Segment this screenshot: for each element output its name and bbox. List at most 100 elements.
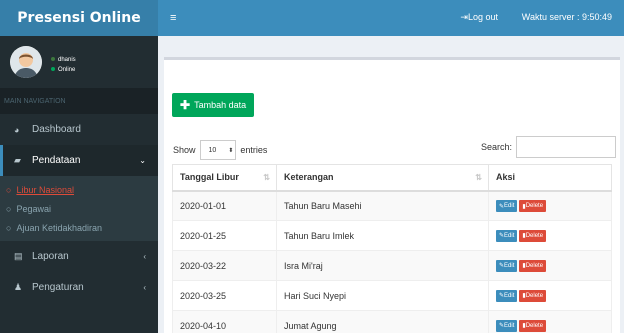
online-dot-icon [51, 67, 55, 72]
delete-button[interactable]: ▮ Delete [519, 229, 547, 242]
search-control: Search: [481, 136, 616, 158]
sidebar-item-label: Dashboard [32, 124, 81, 135]
table-row: 2020-01-01 Tahun Baru Masehi ✎ Edit ▮ Delet… [172, 190, 612, 221]
delete-label: Delete [525, 292, 544, 299]
holiday-table: Tanggal Libur ⇅ Keterangan ⇅ Aksi 2020-01-… [172, 164, 612, 333]
edit-label: Edit [504, 262, 515, 269]
server-time: Waktu server : 9:50:49 [521, 12, 612, 22]
submenu-item-label: Libur Nasional [16, 184, 74, 195]
cell-actions: ✎ Edit ▮ Delete [488, 250, 612, 281]
column-header-tanggal-libur[interactable]: Tanggal Libur ⇅ [172, 164, 277, 192]
user-name: dhanis [51, 57, 76, 63]
plus-icon: ✚ [180, 98, 191, 112]
cell-description: Isra Mi'raj [276, 250, 489, 281]
edit-button[interactable]: ✎ Edit [496, 319, 518, 332]
show-label: Show [173, 145, 196, 155]
nav-header: MAIN NAVIGATION [0, 88, 158, 114]
cell-description: Tahun Baru Masehi [276, 190, 489, 221]
circle-icon: ○ [6, 222, 12, 233]
user-name-text: dhanis [58, 57, 76, 63]
table-row: 2020-03-25 Hari Suci Nyepi ✎ Edit ▮ Delete [172, 280, 612, 311]
delete-button[interactable]: ▮ Delete [519, 259, 547, 272]
column-header-keterangan[interactable]: Keterangan ⇅ [276, 164, 489, 192]
logout-label: Log out [467, 12, 498, 22]
circle-icon: ○ [6, 184, 12, 195]
sidebar-item-label: Pengaturan [32, 282, 84, 293]
submenu-item-ajuan-ketidakhadiran[interactable]: ○ Ajuan Ketidakhadiran [0, 218, 158, 237]
sidebar-item-laporan[interactable]: ▤ Laporan ‹ [0, 241, 158, 272]
menu-toggle-icon[interactable]: ≡ [170, 12, 176, 24]
entries-label: entries [240, 145, 268, 155]
entries-length-control: Show 10 ⬍ entries [173, 140, 267, 160]
report-icon: ▤ [14, 251, 23, 261]
sidebar-item-pengaturan[interactable]: ♟ Pengaturan ‹ [0, 272, 158, 303]
entries-select[interactable]: 10 ⬍ [199, 140, 237, 160]
edit-label: Edit [504, 322, 515, 329]
chevron-left-icon: ‹ [143, 252, 146, 261]
submenu-item-label: Ajuan Ketidakhadiran [16, 222, 102, 233]
delete-label: Delete [525, 203, 544, 209]
add-data-label: Tambah data [194, 100, 247, 110]
delete-label: Delete [525, 262, 544, 269]
add-data-button[interactable]: ✚ Tambah data [172, 93, 255, 117]
sidebar: dhanis Online MAIN NAVIGATION ◕ Dashboar… [0, 36, 158, 333]
search-label: Search: [480, 142, 512, 152]
cell-date: 2020-01-01 [172, 190, 277, 221]
status-dot-icon [51, 57, 55, 62]
sort-icon: ⇅ [475, 173, 482, 182]
book-icon: ▰ [14, 155, 21, 165]
edit-label: Edit [504, 203, 515, 209]
table-row: 2020-01-25 Tahun Baru Imlek ✎ Edit ▮ Delete [172, 220, 612, 251]
user-avatar [10, 46, 42, 78]
edit-label: Edit [504, 232, 515, 239]
edit-button[interactable]: ✎ Edit [496, 229, 518, 242]
sign-out-icon: ⇥ [460, 12, 468, 22]
cell-description: Tahun Baru Imlek [276, 220, 489, 251]
delete-label: Delete [525, 322, 544, 329]
cell-description: Jumat Agung [276, 310, 489, 333]
column-header-label: Keterangan [284, 172, 334, 183]
app-logo[interactable]: Presensi Online [0, 0, 158, 36]
sort-icon: ⇅ [263, 173, 270, 182]
delete-label: Delete [525, 232, 544, 239]
pendataan-submenu: ○ Libur Nasional ○ Pegawai ○ Ajuan Ketid… [0, 176, 158, 241]
edit-label: Edit [504, 292, 515, 299]
table-row: 2020-03-22 Isra Mi'raj ✎ Edit ▮ Delete [172, 250, 612, 281]
dashboard-icon: ◕ [14, 124, 20, 135]
chevron-left-icon: ‹ [143, 283, 146, 292]
submenu-item-label: Pegawai [16, 203, 51, 214]
delete-button[interactable]: ▮ Delete [519, 200, 547, 212]
edit-button[interactable]: ✎ Edit [496, 289, 518, 302]
cell-actions: ✎ Edit ▮ Delete [488, 220, 612, 251]
cell-date: 2020-03-25 [172, 280, 277, 311]
chevron-down-icon: ⌄ [139, 156, 146, 165]
edit-button[interactable]: ✎ Edit [496, 200, 518, 212]
sidebar-item-pendataan[interactable]: ▰ Pendataan ⌄ [0, 145, 158, 176]
content-box: ✚ Tambah data Show 10 ⬍ entries Search: … [164, 57, 620, 333]
cell-date: 2020-03-22 [172, 250, 277, 281]
cell-description: Hari Suci Nyepi [276, 280, 489, 311]
sidebar-item-label: Pendataan [32, 155, 81, 166]
user-panel: dhanis Online [0, 36, 158, 88]
cell-actions: ✎ Edit ▮ Delete [488, 190, 612, 221]
sidebar-item-dashboard[interactable]: ◕ Dashboard [0, 114, 158, 145]
cell-date: 2020-04-10 [172, 310, 277, 333]
search-input[interactable] [516, 136, 616, 158]
cell-actions: ✎ Edit ▮ Delete [488, 310, 612, 333]
table-row: 2020-04-10 Jumat Agung ✎ Edit ▮ Delete [172, 310, 612, 333]
select-caret-icon: ⬍ [228, 147, 234, 154]
submenu-item-pegawai[interactable]: ○ Pegawai [0, 199, 158, 218]
submenu-item-libur-nasional[interactable]: ○ Libur Nasional [0, 180, 158, 199]
delete-button[interactable]: ▮ Delete [519, 319, 547, 332]
cell-actions: ✎ Edit ▮ Delete [488, 280, 612, 311]
user-status: Online [51, 67, 75, 73]
sidebar-item-label: Laporan [32, 251, 69, 262]
column-header-label: Tanggal Libur [180, 172, 239, 183]
delete-button[interactable]: ▮ Delete [519, 289, 547, 302]
entries-value: 10 [208, 146, 217, 154]
edit-button[interactable]: ✎ Edit [496, 259, 518, 272]
top-navbar: ≡ ⇥Log out Waktu server : 9:50:49 [158, 0, 624, 36]
user-status-text: Online [58, 67, 76, 73]
column-header-aksi: Aksi [488, 164, 612, 192]
logout-link[interactable]: ⇥Log out [460, 12, 498, 23]
